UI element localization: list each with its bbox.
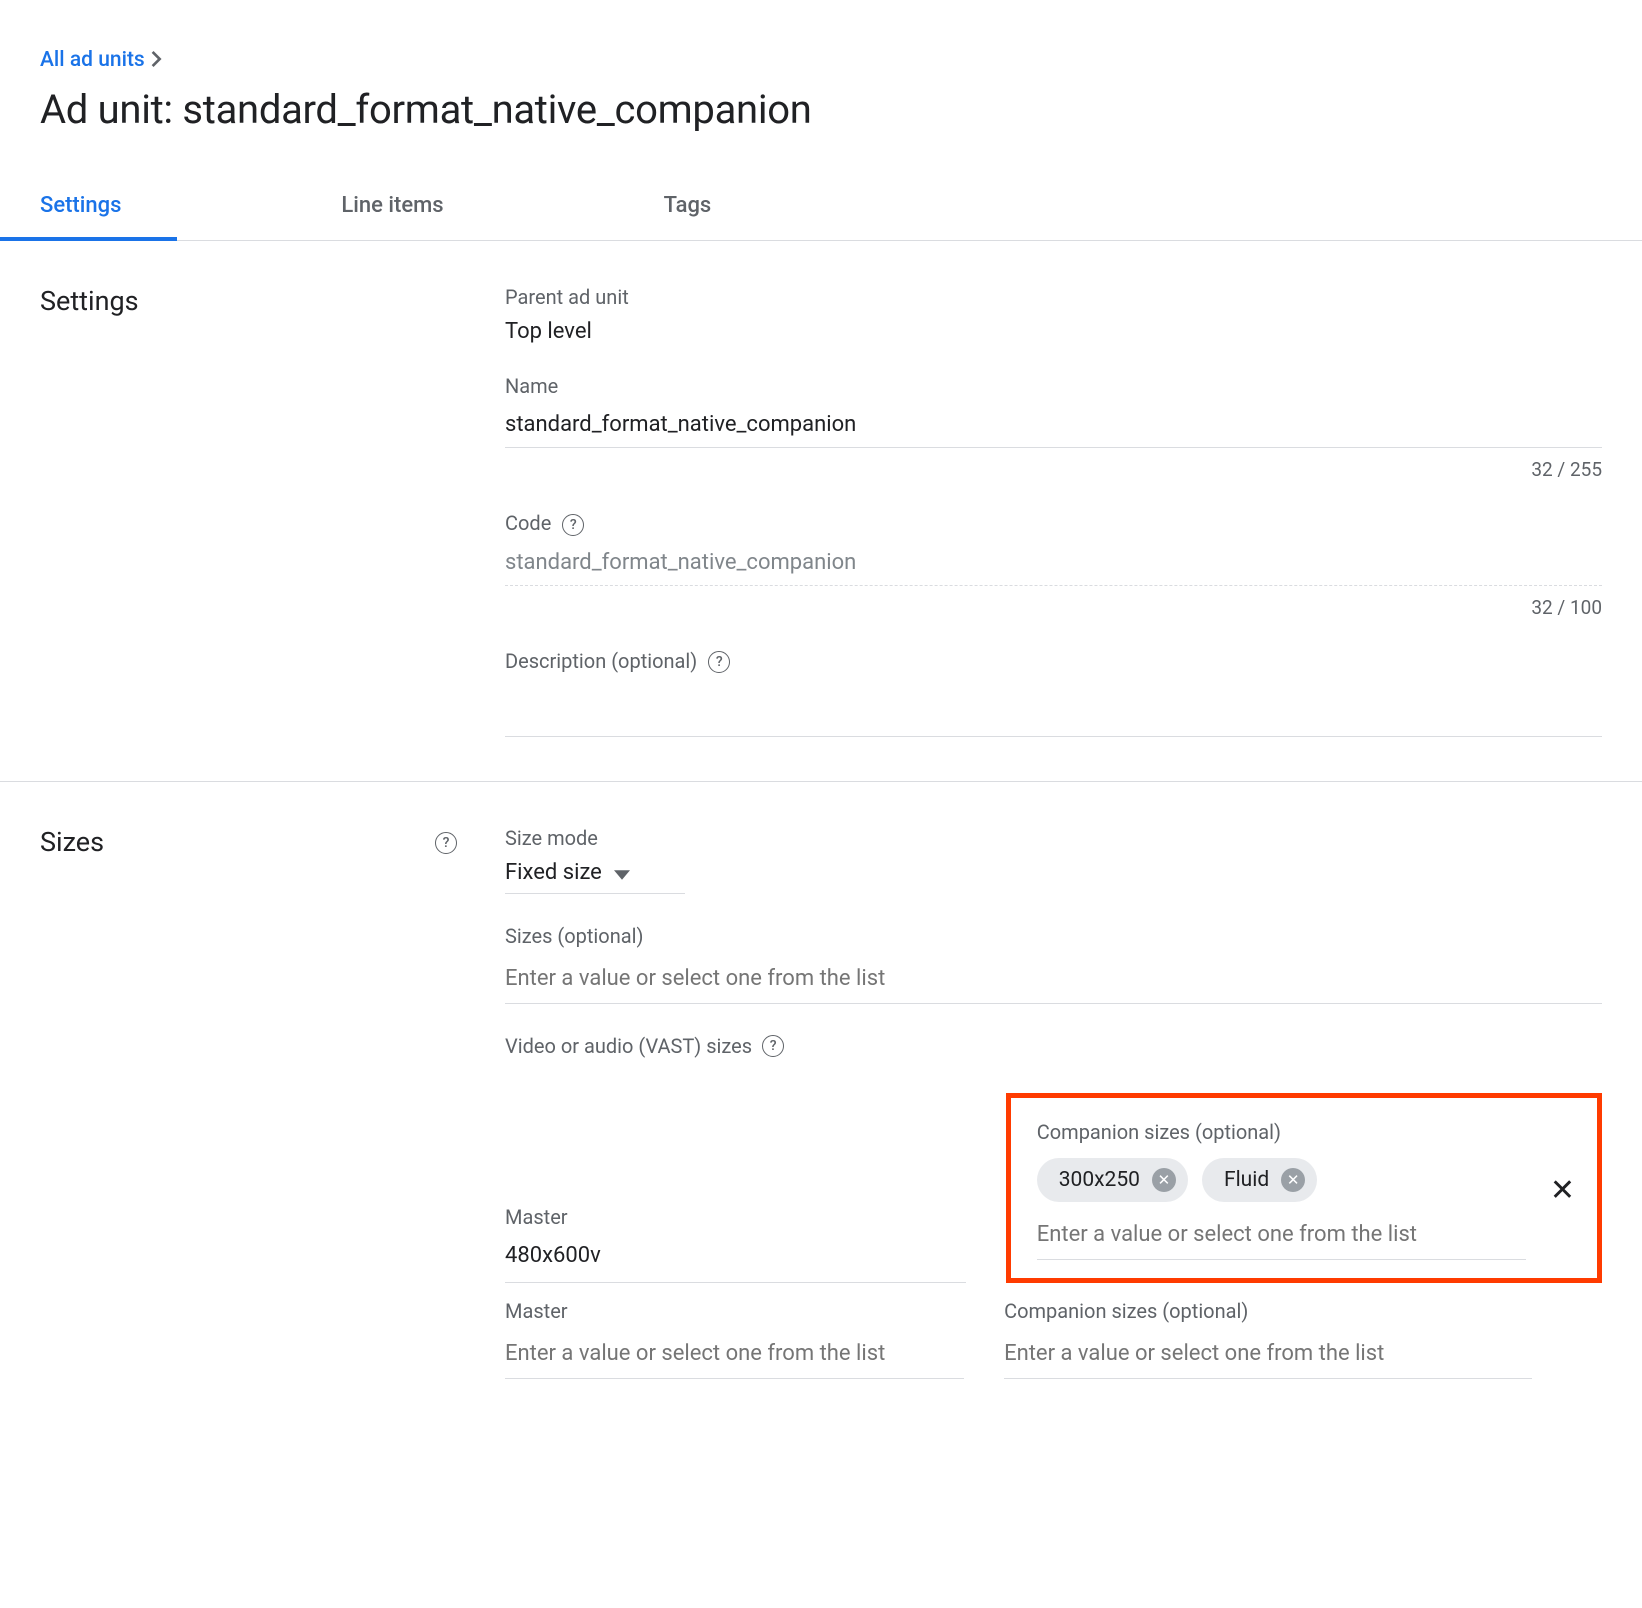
- vast-row-2: Master Companion sizes (optional): [505, 1299, 1602, 1379]
- description-label-row: Description (optional) ?: [505, 649, 1602, 674]
- companion-sizes-input[interactable]: [1037, 1214, 1526, 1260]
- companion-highlight-box: Companion sizes (optional) 300x250 ✕ Flu…: [1006, 1093, 1602, 1283]
- chip-close-icon[interactable]: ✕: [1281, 1168, 1305, 1192]
- help-icon[interactable]: ?: [562, 514, 584, 536]
- parent-ad-unit-value: Top level: [505, 319, 1602, 344]
- code-label-row: Code ?: [505, 511, 1602, 536]
- companion-chips: 300x250 ✕ Fluid ✕: [1037, 1158, 1526, 1202]
- page-title: Ad unit: standard_format_native_companio…: [40, 86, 1602, 133]
- chip-300x250: 300x250 ✕: [1037, 1158, 1188, 1202]
- size-mode-select[interactable]: Fixed size: [505, 860, 685, 894]
- help-icon[interactable]: ?: [435, 832, 457, 854]
- field-description: Description (optional) ?: [505, 649, 1602, 738]
- chip-close-icon[interactable]: ✕: [1152, 1168, 1176, 1192]
- section-sizes-heading: Sizes: [40, 826, 104, 858]
- chevron-right-icon: [151, 48, 163, 72]
- close-icon[interactable]: ✕: [1550, 1173, 1575, 1208]
- breadcrumb-root-link[interactable]: All ad units: [40, 48, 145, 72]
- tab-settings[interactable]: Settings: [40, 193, 121, 240]
- tab-tags[interactable]: Tags: [664, 193, 712, 240]
- help-icon[interactable]: ?: [762, 1035, 784, 1057]
- field-code: Code ? 32 / 100: [505, 511, 1602, 619]
- master-value[interactable]: 480x600v: [505, 1239, 966, 1283]
- field-parent-ad-unit: Parent ad unit Top level: [505, 285, 1602, 344]
- code-input: [505, 546, 1602, 586]
- code-label: Code: [505, 511, 551, 535]
- field-sizes-optional: Sizes (optional): [505, 924, 1602, 1004]
- sizes-optional-input[interactable]: [505, 958, 1602, 1004]
- vast-label-row: Video or audio (VAST) sizes ?: [505, 1034, 1602, 1058]
- master-input[interactable]: [505, 1333, 964, 1379]
- vast-row-1: Master 480x600v Companion sizes (optiona…: [505, 1108, 1602, 1283]
- section-sizes: Sizes ? Size mode Fixed size Sizes (opti…: [0, 782, 1642, 1423]
- parent-ad-unit-label: Parent ad unit: [505, 285, 1602, 309]
- chip-fluid: Fluid ✕: [1202, 1158, 1317, 1202]
- code-char-count: 32 / 100: [505, 596, 1602, 619]
- companion-sizes-input[interactable]: [1004, 1333, 1532, 1379]
- tab-line-items[interactable]: Line items: [341, 193, 443, 240]
- companion-sizes-label: Companion sizes (optional): [1037, 1120, 1526, 1144]
- size-mode-value: Fixed size: [505, 860, 602, 885]
- section-settings-heading: Settings: [40, 285, 139, 317]
- field-size-mode: Size mode Fixed size: [505, 826, 1602, 894]
- description-input[interactable]: [505, 683, 1602, 737]
- chip-label: Fluid: [1224, 1168, 1269, 1192]
- tabs: Settings Line items Tags: [0, 193, 1642, 241]
- vast-sizes-label: Video or audio (VAST) sizes: [505, 1034, 752, 1058]
- section-settings: Settings Parent ad unit Top level Name 3…: [0, 241, 1642, 782]
- field-name: Name 32 / 255: [505, 374, 1602, 481]
- master-label: Master: [505, 1299, 964, 1323]
- name-label: Name: [505, 374, 1602, 398]
- sizes-optional-label: Sizes (optional): [505, 924, 1602, 948]
- description-label: Description (optional): [505, 649, 697, 673]
- chip-label: 300x250: [1059, 1168, 1140, 1192]
- dropdown-icon: [614, 861, 630, 885]
- help-icon[interactable]: ?: [708, 651, 730, 673]
- master-label: Master: [505, 1205, 966, 1229]
- name-char-count: 32 / 255: [505, 458, 1602, 481]
- size-mode-label: Size mode: [505, 826, 1602, 850]
- companion-sizes-label: Companion sizes (optional): [1004, 1299, 1532, 1323]
- name-input[interactable]: [505, 408, 1602, 448]
- breadcrumb: All ad units: [40, 48, 1602, 72]
